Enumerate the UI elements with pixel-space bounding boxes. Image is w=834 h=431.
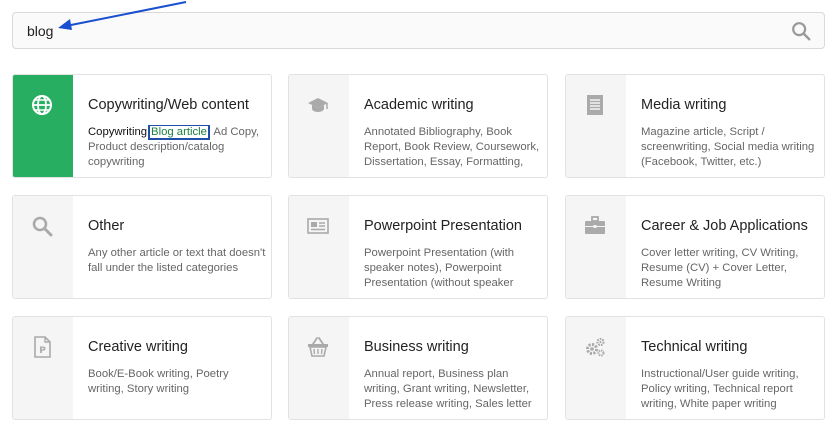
card-description: Copywriting Blog article Ad Copy, Product… bbox=[88, 125, 266, 171]
card-description: Instructional/User guide writing, Policy… bbox=[641, 368, 799, 410]
card-icon-box bbox=[566, 196, 626, 298]
briefcase-icon bbox=[585, 216, 605, 234]
card-description: Annotated Bibliography, Book Report, Boo… bbox=[364, 126, 540, 168]
card-description: Book/E-Book writing, Poetry writing, Sto… bbox=[88, 368, 229, 395]
card-title: Technical writing bbox=[641, 339, 748, 355]
card-title: Media writing bbox=[641, 97, 727, 113]
desc-highlight-text: Copywriting bbox=[88, 126, 148, 138]
card-title: Creative writing bbox=[88, 339, 188, 355]
card-icon-box bbox=[566, 75, 626, 177]
globe-icon bbox=[32, 95, 52, 115]
card-description: Cover letter writing, CV Writing, Resume… bbox=[641, 247, 799, 289]
category-card-career[interactable]: Career & Job Applications Cover letter w… bbox=[565, 195, 825, 299]
svg-text:P: P bbox=[39, 346, 46, 356]
basket-icon bbox=[308, 337, 328, 357]
category-card-powerpoint[interactable]: Powerpoint Presentation Powerpoint Prese… bbox=[288, 195, 548, 299]
presentation-icon bbox=[307, 218, 329, 234]
category-card-copywriting[interactable]: Copywriting/Web content Copywriting Blog … bbox=[12, 74, 272, 178]
category-card-business[interactable]: Business writing Annual report, Business… bbox=[288, 316, 548, 420]
card-description: Any other article or text that doesn't f… bbox=[88, 247, 266, 274]
card-title: Copywriting/Web content bbox=[88, 97, 249, 113]
category-card-other[interactable]: Other Any other article or text that doe… bbox=[12, 195, 272, 299]
card-title: Powerpoint Presentation bbox=[364, 218, 522, 234]
card-title: Academic writing bbox=[364, 97, 474, 113]
category-card-technical[interactable]: Technical writing Instructional/User gui… bbox=[565, 316, 825, 420]
card-icon-box bbox=[289, 317, 349, 419]
card-title: Business writing bbox=[364, 339, 469, 355]
card-icon-box bbox=[289, 75, 349, 177]
card-description: Annual report, Business plan writing, Gr… bbox=[364, 368, 532, 410]
annotation-arrow bbox=[58, 1, 187, 30]
card-icon-box: P bbox=[13, 317, 73, 419]
card-description: Powerpoint Presentation (with speaker no… bbox=[364, 247, 515, 289]
document-p-icon: P bbox=[34, 336, 51, 358]
card-icon-box bbox=[289, 196, 349, 298]
search-icon[interactable] bbox=[790, 20, 812, 42]
card-title: Career & Job Applications bbox=[641, 218, 808, 234]
category-card-media[interactable]: Media writing Magazine article, Script /… bbox=[565, 74, 825, 178]
blog-article-link[interactable]: Blog article bbox=[148, 125, 210, 140]
graduation-cap-icon bbox=[308, 98, 328, 112]
card-icon-box bbox=[13, 75, 73, 177]
category-card-creative[interactable]: P Creative writing Book/E-Book writing, … bbox=[12, 316, 272, 420]
gears-icon bbox=[586, 337, 605, 357]
card-title: Other bbox=[88, 218, 125, 234]
card-description: Magazine article, Script / screenwriting… bbox=[641, 126, 815, 168]
category-card-academic[interactable]: Academic writing Annotated Bibliography,… bbox=[288, 74, 548, 178]
card-icon-box bbox=[566, 317, 626, 419]
card-icon-box bbox=[13, 196, 73, 298]
search-icon bbox=[32, 216, 53, 237]
newspaper-icon bbox=[587, 95, 603, 115]
